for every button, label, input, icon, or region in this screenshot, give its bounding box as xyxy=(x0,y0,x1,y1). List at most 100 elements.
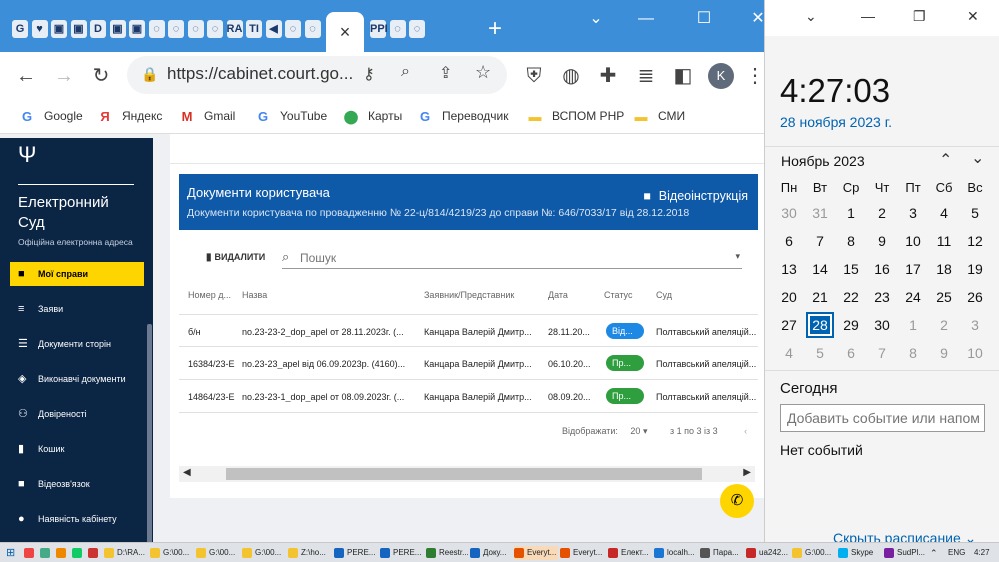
calendar-day[interactable]: 1 xyxy=(898,315,928,335)
tab-favicon[interactable]: ◌ xyxy=(187,20,204,38)
taskbar-window-button[interactable]: Елект... xyxy=(608,546,650,560)
tab-favicon[interactable]: ◌ xyxy=(207,20,223,38)
column-header[interactable]: Статус xyxy=(604,290,632,300)
search-dropdown-icon[interactable]: ▾ xyxy=(735,251,740,262)
extension-globe-icon[interactable]: ◍ xyxy=(559,64,583,88)
add-event-input[interactable] xyxy=(780,404,985,432)
sidebar-scrollbar[interactable] xyxy=(147,324,152,542)
horizontal-scrollbar[interactable]: ◀ ▶ xyxy=(179,466,755,482)
delete-button[interactable]: ▮ ВИДАЛИТИ xyxy=(206,252,265,263)
calendar-next-icon[interactable]: ⌄ xyxy=(971,148,984,168)
sidebar-item[interactable]: ■ Мої справи xyxy=(10,262,144,286)
table-row[interactable]: 16384/23-Е no.23-23_apel від 06.09.2023р.… xyxy=(179,347,758,380)
minimize-icon[interactable]: — xyxy=(632,8,660,30)
calendar-day[interactable]: 4 xyxy=(929,203,959,223)
horizontal-scroll-thumb[interactable] xyxy=(226,468,702,480)
share-icon[interactable]: ⇪ xyxy=(439,63,452,83)
taskbar-window-button[interactable]: Skype xyxy=(838,546,880,560)
calendar-day[interactable]: 31 xyxy=(805,203,835,223)
scroll-left-icon[interactable]: ◀ xyxy=(183,467,191,478)
tab-favicon[interactable]: G xyxy=(12,20,28,38)
calendar-day[interactable]: 3 xyxy=(960,315,990,335)
phone-call-button[interactable]: ✆ xyxy=(720,484,754,518)
tab-search-chevron-icon[interactable]: ⌄ xyxy=(582,8,610,30)
sidebar-item[interactable]: ⚇ Довіреності xyxy=(10,402,144,426)
taskbar-window-button[interactable]: G:\00... xyxy=(150,546,192,560)
calendar-day[interactable]: 6 xyxy=(836,343,866,363)
calendar-day[interactable]: 8 xyxy=(836,231,866,251)
menu-kebab-icon[interactable]: ⋮ xyxy=(745,64,765,88)
calendar-day[interactable]: 8 xyxy=(898,343,928,363)
calendar-day[interactable]: 10 xyxy=(960,343,990,363)
calendar-day-today[interactable]: 28 xyxy=(806,312,834,338)
tray-language[interactable]: ENG xyxy=(948,546,965,560)
calendar-day[interactable]: 1 xyxy=(836,203,866,223)
flyout-restore-icon[interactable]: ❐ xyxy=(913,8,926,25)
flyout-minimize-icon[interactable]: — xyxy=(861,8,875,24)
calendar-day[interactable]: 3 xyxy=(898,203,928,223)
taskbar-app-icon[interactable] xyxy=(72,546,84,560)
video-instruction-link[interactable]: ■ Відеоінструкція xyxy=(643,189,748,203)
tab-favicon[interactable]: ▣ xyxy=(51,20,67,38)
calendar-day[interactable]: 27 xyxy=(774,315,804,335)
taskbar-window-button[interactable]: Everyt... xyxy=(560,546,602,560)
tab-favicon[interactable]: ▣ xyxy=(109,20,126,38)
tray-clock[interactable]: 4:27 xyxy=(974,546,990,560)
calendar-day[interactable]: 30 xyxy=(774,203,804,223)
column-header[interactable]: Назва xyxy=(242,290,267,300)
taskbar-window-button[interactable]: PERE... xyxy=(380,546,422,560)
tab-favicon[interactable]: ◀ xyxy=(265,20,282,38)
sidebar-item[interactable]: ▮ Кошик xyxy=(10,437,144,461)
calendar-day[interactable]: 22 xyxy=(836,287,866,307)
bookmark-item[interactable]: ▬ СМИ xyxy=(632,107,686,125)
tab-favicon[interactable]: TI xyxy=(246,20,262,38)
table-row[interactable]: б/н no.23-23-2_dop_apel от 28.11.2023г. (… xyxy=(179,314,758,347)
tab-favicon[interactable]: ◌ xyxy=(389,20,406,38)
taskbar-window-button[interactable]: Доку... xyxy=(470,546,512,560)
calendar-day[interactable]: 9 xyxy=(929,343,959,363)
bookmark-item[interactable]: ▬ ВСПОМ РНР xyxy=(526,107,625,125)
media-queue-icon[interactable]: ≣ xyxy=(634,64,658,88)
taskbar-window-button[interactable]: Z:\ho... xyxy=(288,546,330,560)
forward-icon[interactable]: → xyxy=(52,64,76,88)
bookmark-item[interactable]: M Gmail xyxy=(178,107,236,125)
taskbar-window-button[interactable]: SudPl... xyxy=(884,546,926,560)
calendar-day[interactable]: 21 xyxy=(805,287,835,307)
search-input[interactable] xyxy=(300,249,720,267)
taskbar-window-button[interactable]: PERE... xyxy=(334,546,376,560)
calendar-day[interactable]: 14 xyxy=(805,259,835,279)
taskbar-app-icon[interactable] xyxy=(88,546,100,560)
bookmark-item[interactable]: G Google xyxy=(18,107,83,125)
calendar-day[interactable]: 24 xyxy=(898,287,928,307)
calendar-day[interactable]: 6 xyxy=(774,231,804,251)
tab-favicon[interactable]: D xyxy=(90,20,106,38)
calendar-day[interactable]: 9 xyxy=(867,231,897,251)
key-icon[interactable]: ⚷ xyxy=(363,64,375,84)
taskbar-window-button[interactable]: G:\00... xyxy=(242,546,284,560)
column-header[interactable]: Номер д... xyxy=(188,290,231,300)
column-header[interactable]: Суд xyxy=(656,290,672,300)
calendar-day[interactable]: 20 xyxy=(774,287,804,307)
reload-icon[interactable]: ↻ xyxy=(89,64,113,88)
extensions-puzzle-icon[interactable]: ✚ xyxy=(596,64,620,88)
calendar-day[interactable]: 26 xyxy=(960,287,990,307)
taskbar-window-button[interactable]: localh... xyxy=(654,546,696,560)
chrome-taskbar-icon[interactable] xyxy=(24,546,36,560)
tab-favicon[interactable]: ♥ xyxy=(31,20,48,38)
clock-date-link[interactable]: 28 ноября 2023 г. xyxy=(780,114,892,130)
calendar-day[interactable]: 7 xyxy=(867,343,897,363)
page-size-select[interactable]: 20 ▾ xyxy=(630,426,647,436)
maximize-icon[interactable]: ☐ xyxy=(690,8,718,30)
calendar-day[interactable]: 16 xyxy=(867,259,897,279)
calendar-day[interactable]: 15 xyxy=(836,259,866,279)
new-tab-button[interactable]: + xyxy=(482,16,508,42)
tab-favicon[interactable]: ◌ xyxy=(148,20,165,38)
profile-avatar[interactable]: K xyxy=(708,63,734,89)
address-bar[interactable]: 🔒 https://cabinet.court.go... ⚷ ⌕ ⇪ ☆ xyxy=(127,56,507,94)
bookmark-item[interactable]: G Переводчик xyxy=(416,107,509,125)
calendar-month[interactable]: Ноябрь 2023 xyxy=(781,153,865,169)
side-panel-icon[interactable]: ◧ xyxy=(671,64,695,88)
taskbar-app-icon[interactable] xyxy=(40,546,52,560)
calendar-day[interactable]: 7 xyxy=(805,231,835,251)
flyout-chevron-icon[interactable]: ⌄ xyxy=(805,8,817,25)
